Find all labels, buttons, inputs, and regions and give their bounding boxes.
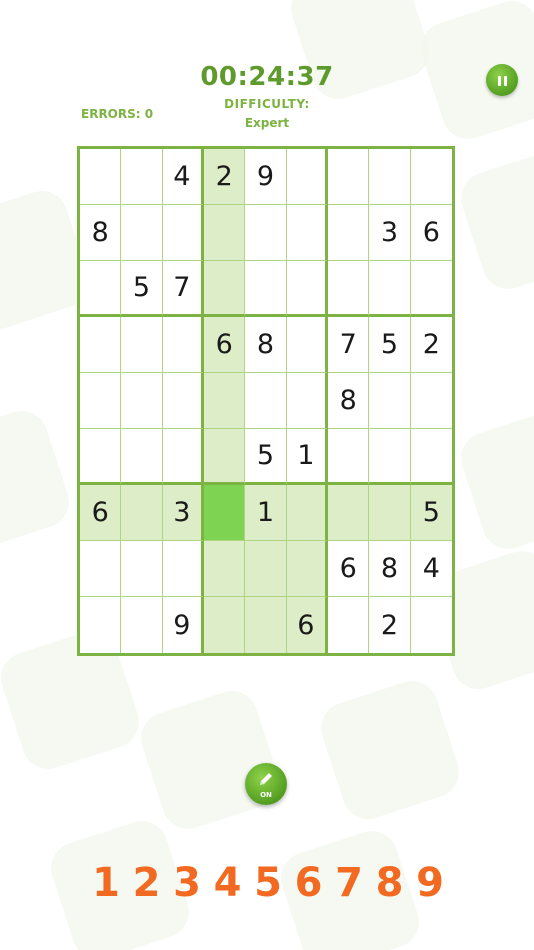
sudoku-cell-r6-c1[interactable] [80,429,122,485]
sudoku-cell-r6-c2[interactable] [121,429,163,485]
sudoku-cell-r7-c1[interactable]: 6 [80,485,122,541]
sudoku-cell-r7-c3[interactable]: 3 [162,485,204,541]
sudoku-cell-r7-c5[interactable]: 1 [245,485,287,541]
sudoku-cell-r1-c2[interactable] [121,149,163,205]
sudoku-cell-r3-c9[interactable] [410,261,452,317]
sudoku-cell-r1-c9[interactable] [410,149,452,205]
number-pad: 1 2 3 4 5 6 7 8 9 [88,855,448,911]
sudoku-cell-r6-c7[interactable] [327,429,370,485]
sudoku-cell-r4-c2[interactable] [121,317,163,373]
sudoku-cell-r1-c5[interactable]: 9 [245,149,287,205]
sudoku-cell-r7-c2[interactable] [121,485,163,541]
sudoku-cell-r9-c3[interactable]: 9 [163,597,204,653]
sudoku-cell-r2-c9[interactable]: 6 [410,205,452,261]
sudoku-cell-r1-c1[interactable] [80,149,122,205]
sudoku-cell-r1-c4[interactable]: 2 [203,149,246,205]
numpad-key-9[interactable]: 9 [412,855,448,911]
pause-icon [496,71,508,90]
sudoku-cell-r6-c4[interactable] [203,429,246,485]
sudoku-cell-r5-c3[interactable] [162,373,204,429]
sudoku-cell-r8-c6[interactable] [286,541,328,597]
sudoku-cell-r5-c9[interactable] [410,373,452,429]
sudoku-cell-r9-c7[interactable] [328,597,370,653]
numpad-key-6[interactable]: 6 [291,855,327,911]
sudoku-cell-r1-c6[interactable] [286,149,328,205]
sudoku-cell-r3-c7[interactable] [327,261,370,317]
sudoku-cell-r9-c8[interactable]: 2 [369,597,411,653]
sudoku-cell-r6-c8[interactable] [369,429,411,485]
sudoku-cell-r6-c5[interactable]: 5 [245,429,287,485]
sudoku-cell-r3-c8[interactable] [369,261,411,317]
sudoku-cell-r4-c1[interactable] [80,317,122,373]
errors-count: ERRORS: 0 [81,107,154,121]
sudoku-cell-r2-c1[interactable]: 8 [80,205,122,261]
numpad-key-4[interactable]: 4 [210,855,246,911]
sudoku-cell-r4-c9[interactable]: 2 [410,317,452,373]
sudoku-cell-r2-c6[interactable] [286,205,328,261]
sudoku-cell-r7-c7[interactable] [327,485,370,541]
sudoku-cell-r9-c9[interactable] [411,597,452,653]
sudoku-cell-r5-c5[interactable] [245,373,287,429]
sudoku-cell-r6-c9[interactable] [410,429,452,485]
sudoku-cell-r8-c8[interactable]: 8 [369,541,411,597]
sudoku-cell-r4-c3[interactable] [162,317,204,373]
pencil-state-label: ON [260,791,272,799]
numpad-key-1[interactable]: 1 [88,855,124,911]
game-timer: 00:24:37 [200,62,334,92]
sudoku-cell-r2-c4[interactable] [203,205,246,261]
sudoku-cell-r9-c1[interactable] [80,597,122,653]
pencil-toggle-button[interactable]: ON [245,763,287,805]
sudoku-cell-r6-c6[interactable]: 1 [286,429,328,485]
sudoku-cell-r5-c8[interactable] [369,373,411,429]
sudoku-cell-r9-c4[interactable] [203,597,246,653]
numpad-key-3[interactable]: 3 [169,855,205,911]
numpad-key-8[interactable]: 8 [372,855,408,911]
sudoku-cell-r4-c8[interactable]: 5 [369,317,411,373]
sudoku-cell-r8-c3[interactable] [162,541,204,597]
sudoku-cell-r2-c5[interactable] [245,205,287,261]
sudoku-cell-r4-c4[interactable]: 6 [203,317,246,373]
sudoku-cell-r7-c6[interactable] [286,485,328,541]
sudoku-cell-r5-c2[interactable] [121,373,163,429]
pencil-icon [260,773,272,785]
sudoku-cell-r3-c4[interactable] [203,261,246,317]
sudoku-cell-r3-c6[interactable] [286,261,328,317]
sudoku-cell-r4-c6[interactable] [286,317,328,373]
sudoku-cell-r7-c8[interactable] [369,485,411,541]
sudoku-cell-r5-c4[interactable] [203,373,246,429]
sudoku-cell-r5-c6[interactable] [286,373,328,429]
sudoku-cell-r8-c4[interactable] [203,541,246,597]
sudoku-cell-r8-c9[interactable]: 4 [410,541,452,597]
sudoku-cell-r3-c1[interactable] [80,261,122,317]
sudoku-cell-r9-c2[interactable] [121,597,163,653]
numpad-key-2[interactable]: 2 [129,855,165,911]
numpad-key-5[interactable]: 5 [250,855,286,911]
sudoku-cell-r7-c4[interactable] [203,485,246,541]
sudoku-cell-r3-c5[interactable] [245,261,287,317]
sudoku-cell-r8-c1[interactable] [80,541,122,597]
sudoku-cell-r1-c7[interactable] [327,149,370,205]
sudoku-cell-r5-c7[interactable]: 8 [327,373,370,429]
sudoku-cell-r4-c5[interactable]: 8 [245,317,287,373]
sudoku-cell-r9-c5[interactable] [245,597,287,653]
sudoku-cell-r8-c2[interactable] [121,541,163,597]
sudoku-cell-r5-c1[interactable] [80,373,122,429]
sudoku-cell-r2-c8[interactable]: 3 [369,205,411,261]
sudoku-cell-r7-c9[interactable]: 5 [410,485,452,541]
sudoku-cell-r4-c7[interactable]: 7 [327,317,370,373]
sudoku-cell-r2-c3[interactable] [162,205,204,261]
sudoku-cell-r1-c3[interactable]: 4 [162,149,204,205]
numpad-key-7[interactable]: 7 [331,855,367,911]
pause-button[interactable] [486,64,518,96]
sudoku-cell-r1-c8[interactable] [369,149,411,205]
sudoku-cell-r8-c7[interactable]: 6 [327,541,370,597]
sudoku-cell-r8-c5[interactable] [245,541,287,597]
sudoku-cell-r3-c3[interactable]: 7 [162,261,204,317]
sudoku-board: 42983657687528516315684962 [77,146,455,656]
sudoku-cell-r9-c6[interactable]: 6 [286,597,328,653]
sudoku-cell-r2-c2[interactable] [121,205,163,261]
sudoku-cell-r3-c2[interactable]: 5 [121,261,163,317]
sudoku-cell-r6-c3[interactable] [162,429,204,485]
sudoku-cell-r2-c7[interactable] [327,205,370,261]
